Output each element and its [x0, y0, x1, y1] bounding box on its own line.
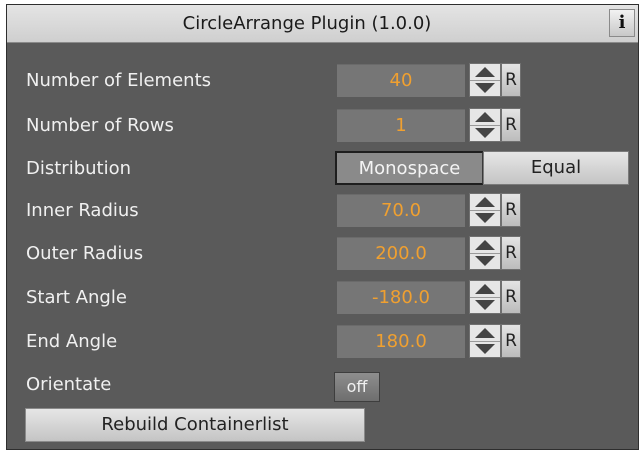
- inner-radius-value[interactable]: 70.0: [337, 194, 465, 227]
- distribution-option-monospace[interactable]: Monospace: [335, 151, 483, 185]
- inner-radius-label: Inner Radius: [26, 200, 139, 221]
- circle-arrange-plugin-panel: CircleArrange Plugin (1.0.0) i Number of…: [6, 4, 639, 450]
- number-of-rows-decrement-icon[interactable]: [470, 125, 500, 141]
- start-angle-increment-icon[interactable]: [470, 281, 500, 298]
- start-angle-label: Start Angle: [26, 287, 127, 308]
- number-of-rows-label: Number of Rows: [26, 115, 174, 136]
- number-of-elements-value[interactable]: 40: [337, 64, 465, 97]
- orientate-toggle[interactable]: off: [334, 372, 380, 402]
- end-angle-label: End Angle: [26, 331, 118, 352]
- number-of-elements-reset-button[interactable]: R: [501, 63, 521, 97]
- end-angle-stepper: [469, 324, 501, 358]
- inner-radius-reset-button[interactable]: R: [501, 193, 521, 227]
- outer-radius-decrement-icon[interactable]: [470, 253, 500, 269]
- rebuild-containerlist-button[interactable]: Rebuild Containerlist: [25, 408, 365, 442]
- start-angle-stepper: [469, 280, 501, 314]
- number-of-elements-decrement-icon[interactable]: [470, 80, 500, 96]
- outer-radius-label: Outer Radius: [26, 243, 144, 264]
- start-angle-value[interactable]: -180.0: [337, 281, 465, 314]
- number-of-elements-label: Number of Elements: [26, 70, 212, 91]
- distribution-option-equal[interactable]: Equal: [483, 151, 629, 185]
- inner-radius-decrement-icon[interactable]: [470, 210, 500, 226]
- info-button[interactable]: i: [609, 9, 635, 37]
- distribution-label: Distribution: [26, 158, 132, 179]
- orientate-label: Orientate: [26, 374, 112, 395]
- inner-radius-increment-icon[interactable]: [470, 194, 500, 211]
- outer-radius-stepper: [469, 236, 501, 270]
- number-of-rows-value[interactable]: 1: [337, 109, 465, 142]
- panel-title: CircleArrange Plugin (1.0.0): [182, 13, 432, 34]
- start-angle-decrement-icon[interactable]: [470, 297, 500, 313]
- end-angle-reset-button[interactable]: R: [501, 324, 521, 358]
- number-of-elements-stepper: [469, 63, 501, 97]
- number-of-rows-stepper: [469, 108, 501, 142]
- inner-radius-stepper: [469, 193, 501, 227]
- end-angle-decrement-icon[interactable]: [470, 341, 500, 357]
- number-of-rows-reset-button[interactable]: R: [501, 108, 521, 142]
- end-angle-value[interactable]: 180.0: [337, 325, 465, 358]
- number-of-rows-increment-icon[interactable]: [470, 109, 500, 126]
- outer-radius-reset-button[interactable]: R: [501, 236, 521, 270]
- outer-radius-value[interactable]: 200.0: [337, 237, 465, 270]
- outer-radius-increment-icon[interactable]: [470, 237, 500, 254]
- start-angle-reset-button[interactable]: R: [501, 280, 521, 314]
- number-of-elements-increment-icon[interactable]: [470, 64, 500, 81]
- panel-titlebar: CircleArrange Plugin (1.0.0) i: [7, 5, 638, 43]
- end-angle-increment-icon[interactable]: [470, 325, 500, 342]
